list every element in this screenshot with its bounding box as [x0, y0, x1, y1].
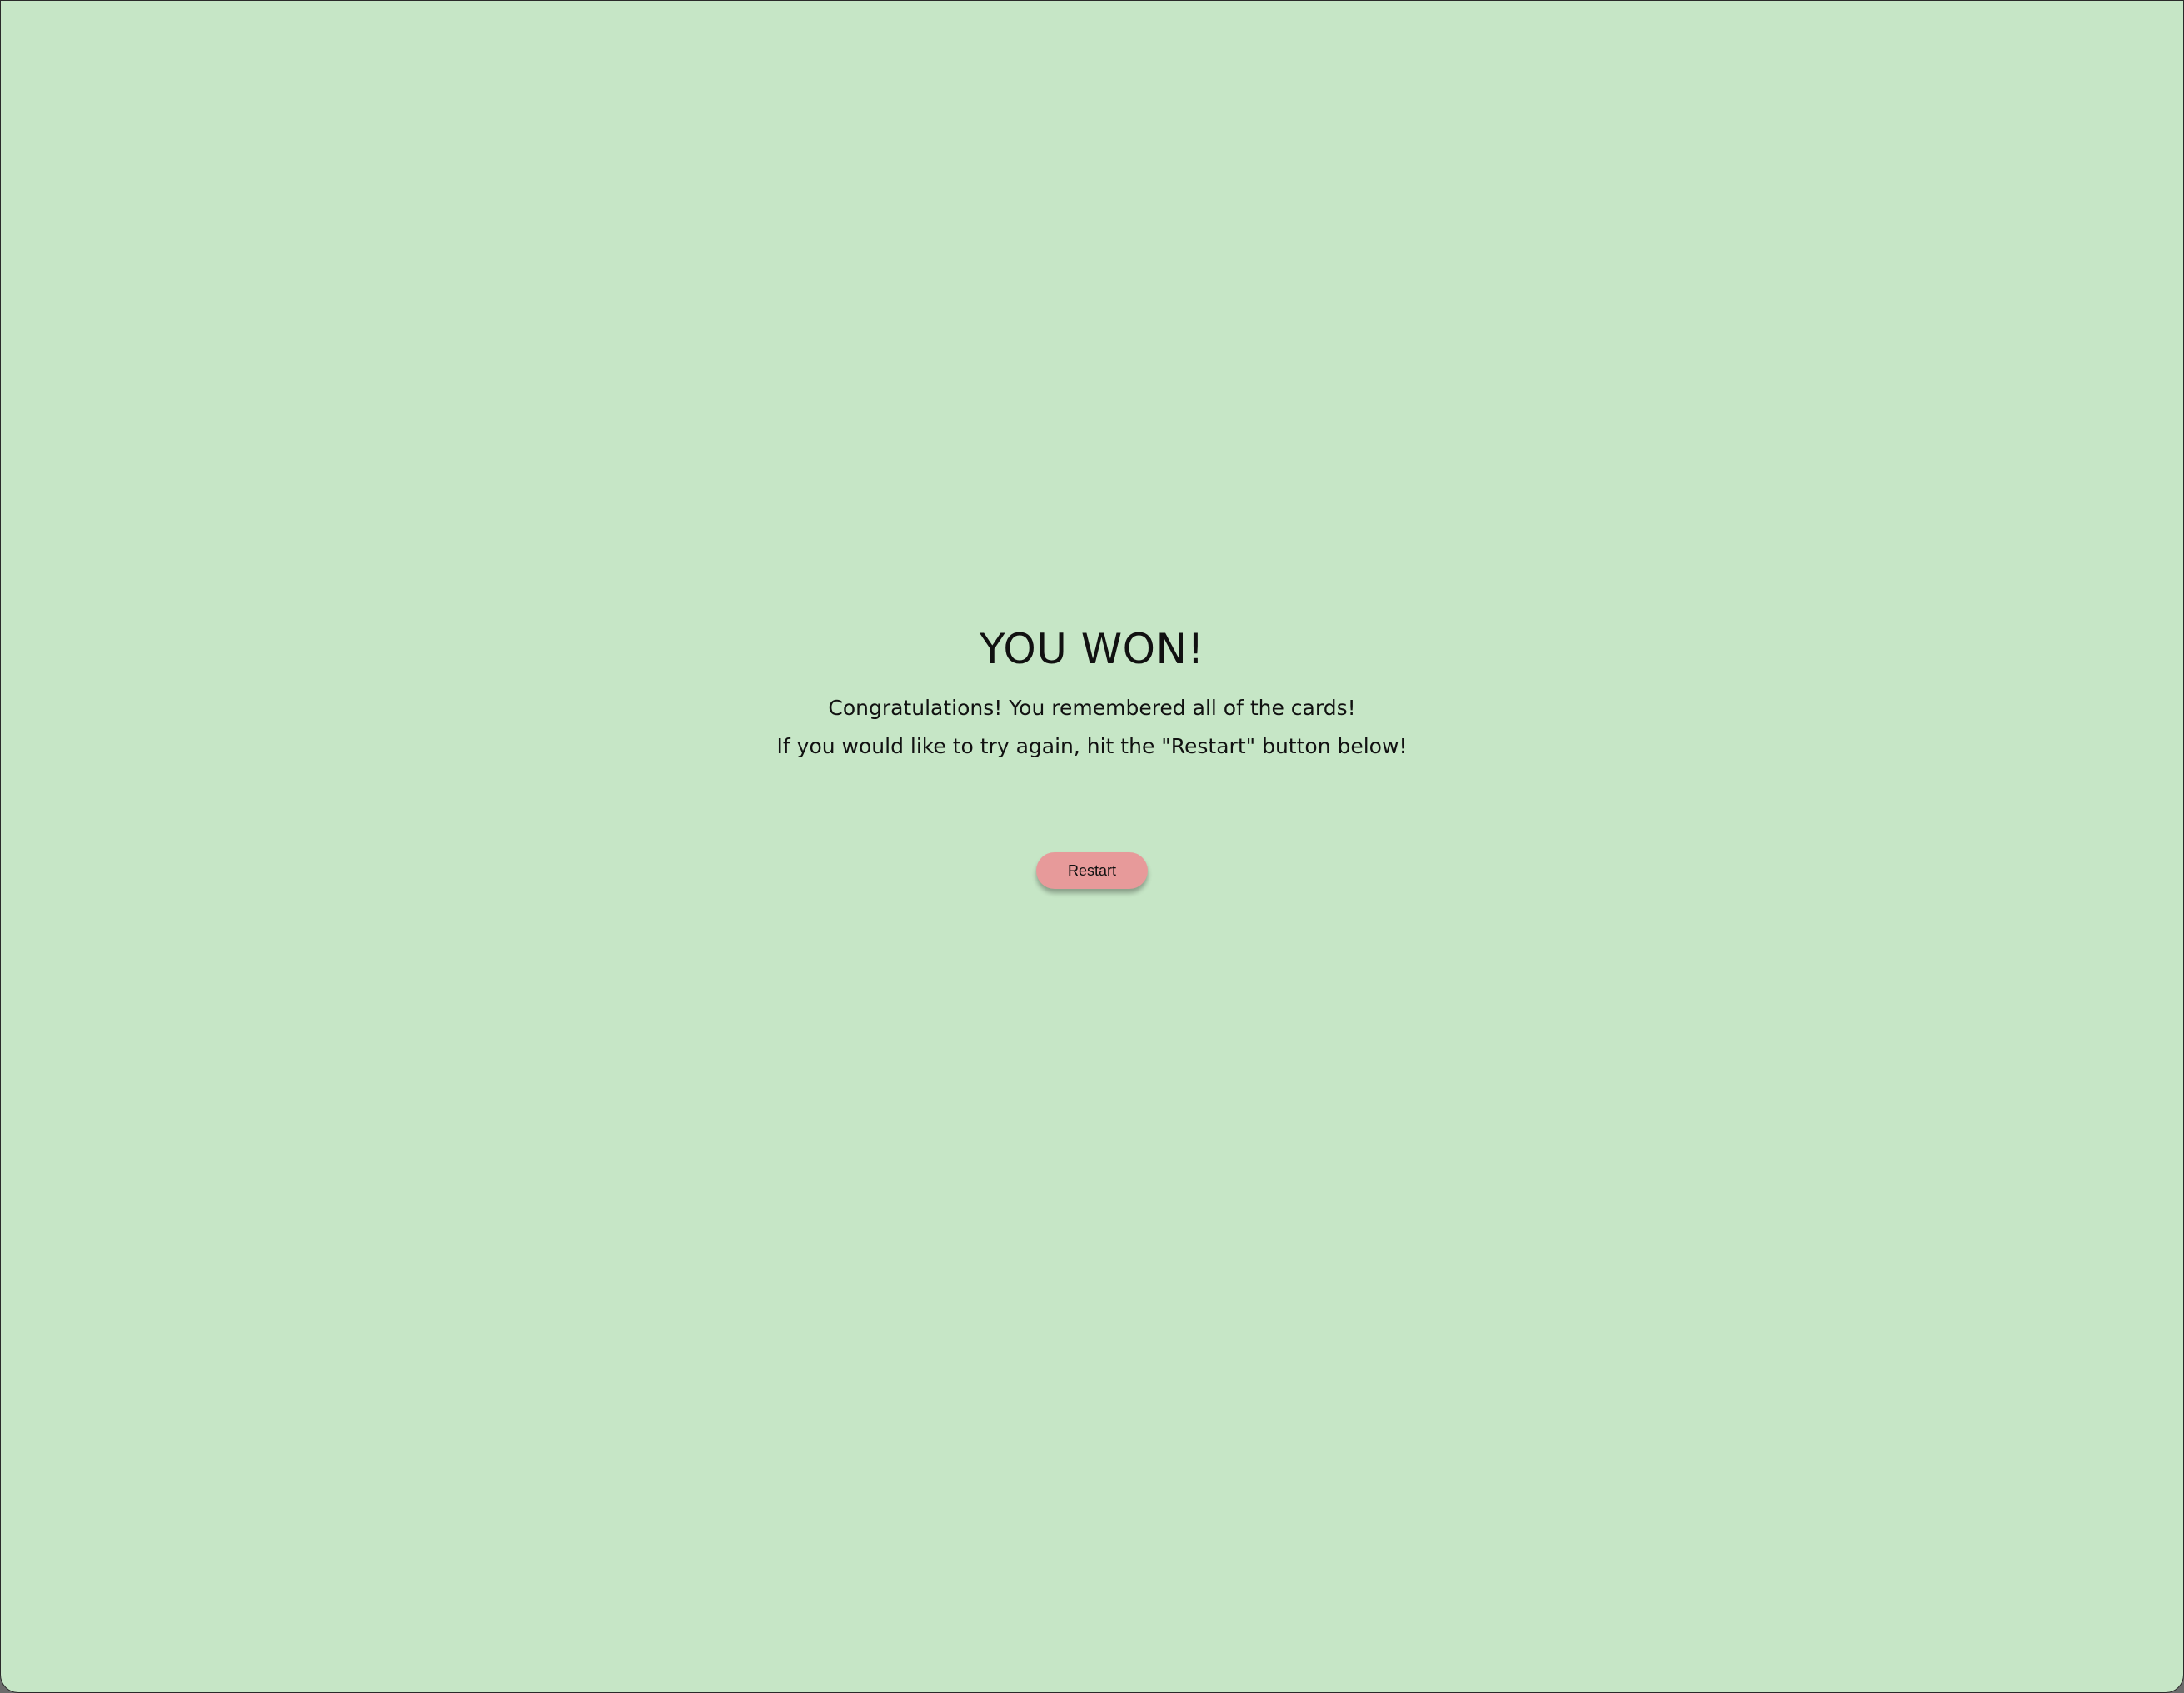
win-title: YOU WON! — [980, 625, 1204, 673]
game-window: YOU WON! Congratulations! You remembered… — [0, 0, 2184, 1693]
congratulations-message: Congratulations! You remembered all of t… — [828, 696, 1356, 720]
restart-container: Restart — [1, 852, 2183, 889]
win-panel: YOU WON! Congratulations! You remembered… — [1, 617, 2183, 889]
restart-instructions: If you would like to try again, hit the … — [776, 734, 1408, 758]
restart-button[interactable]: Restart — [1036, 852, 1148, 889]
